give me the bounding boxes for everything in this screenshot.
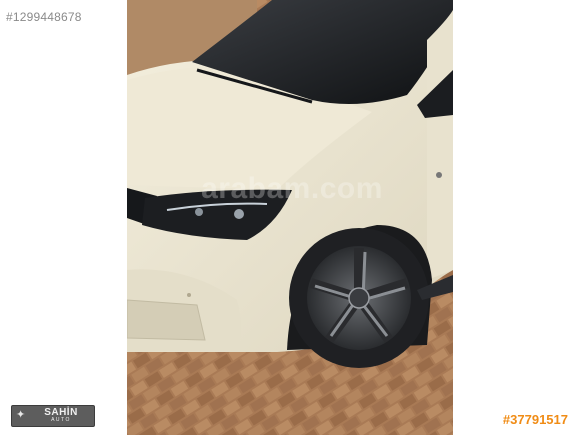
listing-id: #1299448678 (6, 10, 82, 24)
lower-grille (127, 299, 206, 341)
car-photo: arabam.com (127, 0, 453, 435)
ad-number: #37791517 (502, 412, 568, 427)
indicator-light (436, 172, 442, 178)
car-photo-illustration (127, 0, 453, 435)
door-panel (427, 10, 453, 280)
photo-watermark: arabam.com (201, 172, 383, 205)
sensor-dot (187, 293, 191, 297)
wheel-hub (348, 287, 370, 309)
headlight-lens-inner (195, 208, 203, 216)
dealer-logo: ✦ SAHİN AUTO (11, 405, 95, 427)
dealer-logo-sub: AUTO (51, 417, 71, 423)
dealer-logo-icon: ✦ (16, 409, 26, 421)
headlight-lens (234, 209, 244, 219)
